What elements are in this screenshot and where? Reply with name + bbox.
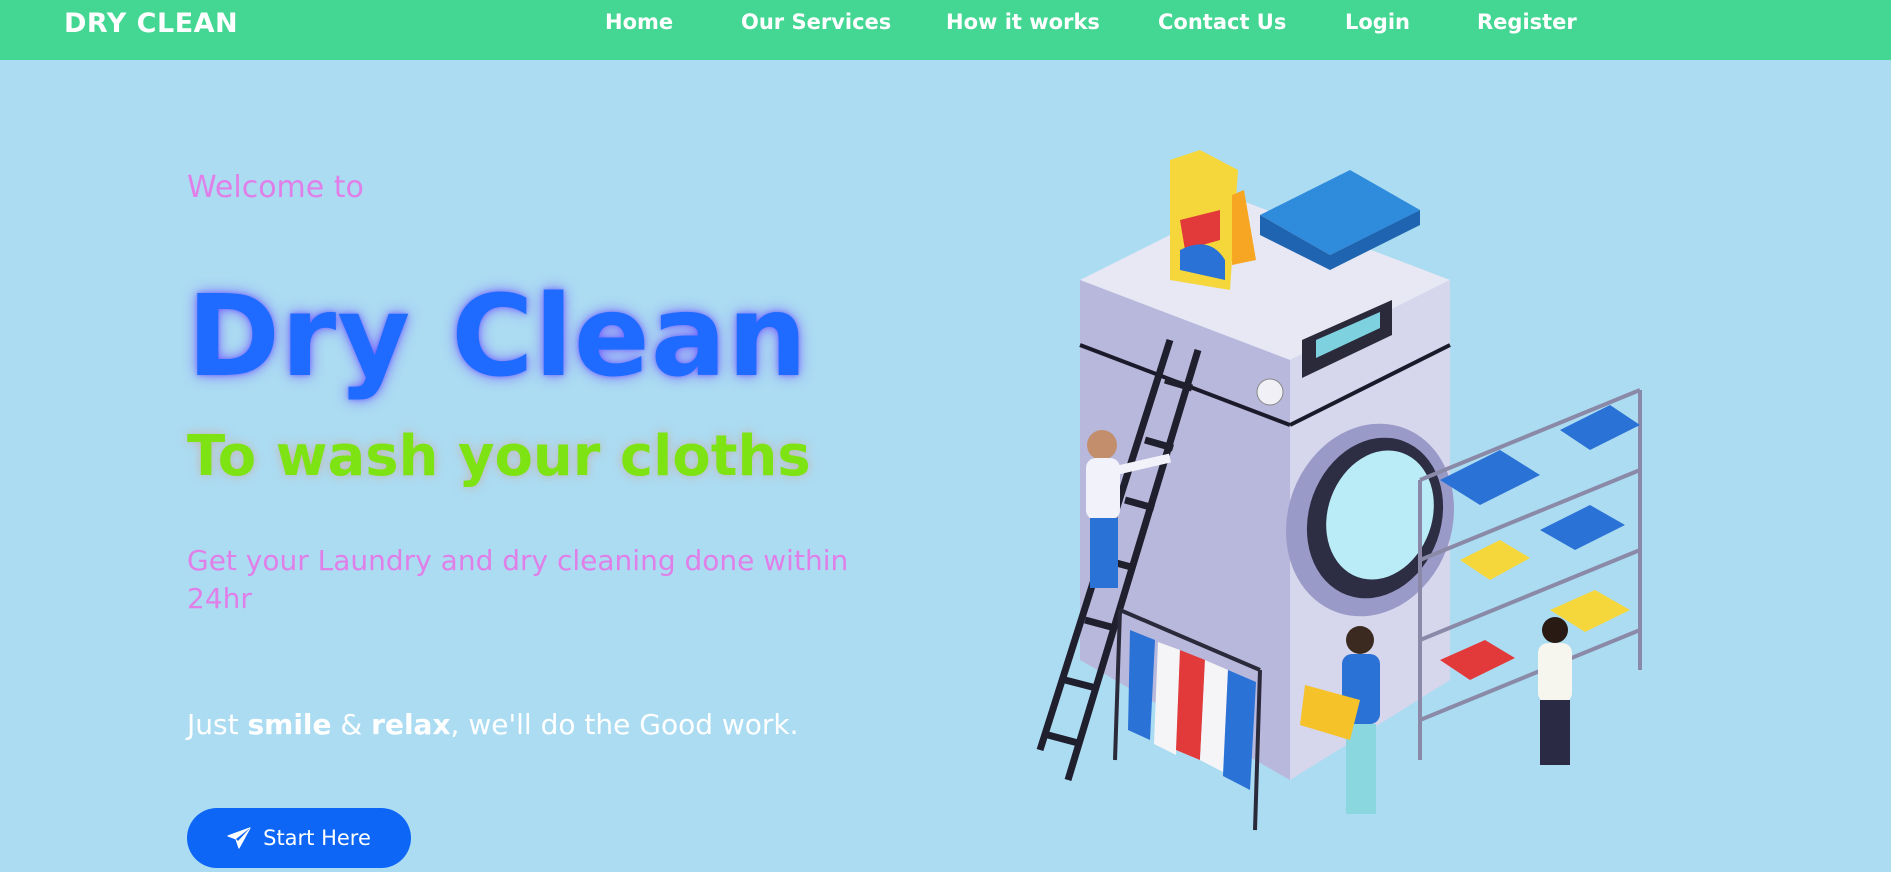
start-here-button[interactable]: Start Here [187,808,411,868]
start-here-label: Start Here [263,826,371,850]
folded-clothes-illustration [1440,405,1640,680]
relax-part3: , we'll do the Good work. [450,708,799,741]
relax-smile: smile [247,708,332,741]
welcome-text: Welcome to [187,170,364,205]
nav-link-our-services[interactable]: Our Services [741,10,891,34]
nav-link-contact-us[interactable]: Contact Us [1158,10,1286,34]
relax-part1: Just [187,708,248,741]
navbar: DRY CLEAN Home Our Services How it works… [0,0,1891,60]
hero-subtitle: To wash your cloths [187,424,811,489]
laundry-isometric-illustration [1036,150,1642,831]
hero-tagline: Get your Laundry and dry cleaning done w… [187,544,849,615]
paper-plane-icon [227,827,251,849]
nav-link-login[interactable]: Login [1345,10,1410,34]
relax-relax: relax [371,708,451,741]
nav-link-how-it-works[interactable]: How it works [946,10,1100,34]
shelf-unit-illustration [1418,388,1642,760]
nav-link-home[interactable]: Home [605,10,673,34]
relax-text: Just smile & relax, we'll do the Good wo… [187,708,799,741]
relax-part2: & [331,708,372,741]
hero-title: Dry Clean [187,272,809,402]
brand-logo[interactable]: DRY CLEAN [64,8,238,39]
person-at-shelf-illustration [1538,617,1572,765]
nav-link-register[interactable]: Register [1477,10,1577,34]
